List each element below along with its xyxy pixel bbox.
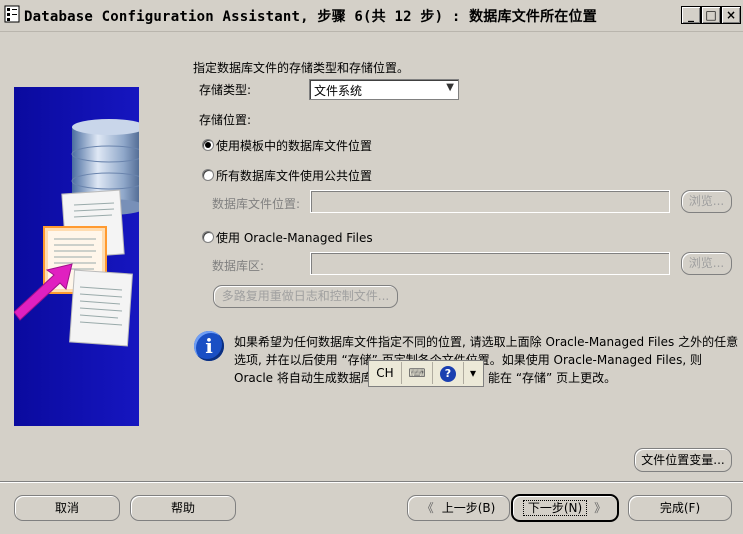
radio-common-label[interactable]: 所有数据库文件使用公共位置 <box>216 167 372 184</box>
radio-omf-label[interactable]: 使用 Oracle-Managed Files <box>216 229 373 246</box>
info-line-1: 如果希望为任何数据库文件指定不同的位置, 请选取上面除 Oracle-Manag… <box>234 335 739 349</box>
radio-common-location[interactable] <box>202 169 214 181</box>
radio-oracle-managed-files[interactable] <box>202 231 214 243</box>
close-button[interactable]: × <box>721 6 741 24</box>
maximize-button[interactable]: □ <box>701 6 721 24</box>
file-location-variables-button[interactable]: 文件位置变量... <box>634 448 732 472</box>
info-line-3a: Oracle 将自动生成数据库 <box>234 371 373 385</box>
wizard-illustration <box>14 87 139 426</box>
cancel-button[interactable]: 取消 <box>14 495 120 521</box>
ime-help-button[interactable]: ? <box>433 362 464 384</box>
multiplex-redo-logs-button[interactable]: 多路复用重做日志和控制文件... <box>213 285 398 308</box>
help-button[interactable]: 帮助 <box>130 495 236 521</box>
ime-lang-button[interactable]: CH <box>369 362 402 384</box>
back-button[interactable]: 《上一步(B) <box>407 495 510 521</box>
browse-button-location[interactable]: 浏览... <box>681 190 732 213</box>
radio-template-locations[interactable] <box>202 139 214 151</box>
db-area-label: 数据库区: <box>212 259 265 273</box>
info-icon: i <box>194 331 224 361</box>
app-icon <box>4 5 20 23</box>
next-button[interactable]: 下一步(N) 》 <box>511 494 619 522</box>
storage-type-label: 存储类型: <box>199 83 252 97</box>
info-line-3b: 能在 “存储” 页上更改。 <box>488 371 617 385</box>
ime-menu-button[interactable]: ▾ <box>464 362 482 384</box>
finish-button[interactable]: 完成(F) <box>628 495 732 521</box>
chevron-down-icon: ▼ <box>446 82 454 93</box>
back-label: 上一步(B) <box>441 501 496 515</box>
db-file-location-label: 数据库文件位置: <box>212 197 301 211</box>
window-title: Database Configuration Assistant, 步骤 6(共… <box>24 9 597 25</box>
storage-type-select[interactable]: 文件系统 ▼ <box>309 79 459 100</box>
next-label: 下一步(N) <box>522 500 588 516</box>
back-arrow-icon: 《 <box>421 501 434 515</box>
next-arrow-icon: 》 <box>594 501 607 515</box>
help-icon: ? <box>440 366 456 382</box>
ime-toolbar: CH ⌨ ? ▾ <box>368 360 484 387</box>
intro-text: 指定数据库文件的存储类型和存储位置。 <box>193 61 410 75</box>
db-area-field[interactable] <box>310 252 670 275</box>
storage-location-label: 存储位置: <box>199 113 252 127</box>
minimize-button[interactable]: _ <box>681 6 701 24</box>
radio-template-label[interactable]: 使用模板中的数据库文件位置 <box>216 137 372 154</box>
footer-separator <box>0 481 743 483</box>
keyboard-icon[interactable]: ⌨ <box>402 362 433 384</box>
storage-type-value: 文件系统 <box>314 84 363 98</box>
db-file-location-field[interactable] <box>310 190 670 213</box>
browse-button-area[interactable]: 浏览... <box>681 252 732 275</box>
